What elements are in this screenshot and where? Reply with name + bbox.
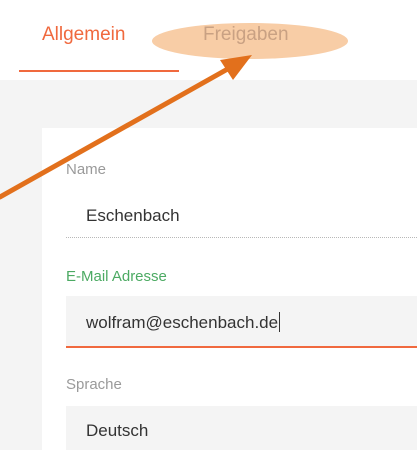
annotation-arrow-icon [0,55,252,200]
settings-panel: Allgemein Freigaben Name Eschenbach E-Ma… [0,0,417,450]
